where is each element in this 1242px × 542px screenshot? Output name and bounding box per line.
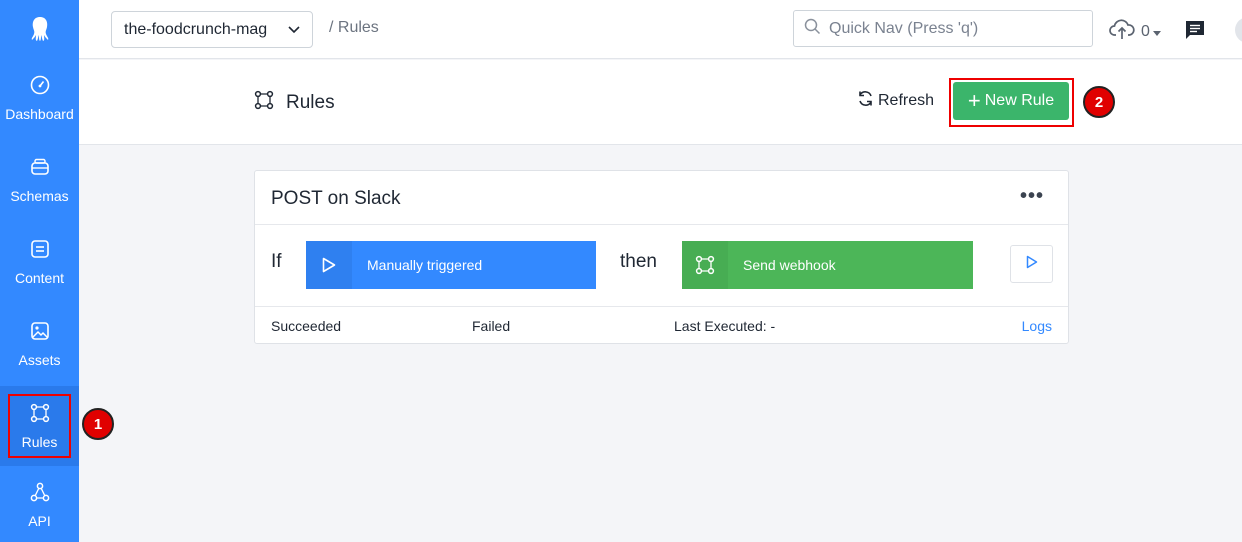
trigger-block[interactable]: Manually triggered: [306, 241, 596, 289]
sidebar-item-api[interactable]: API: [0, 468, 79, 542]
run-rule-button[interactable]: [1010, 245, 1053, 283]
new-rule-button[interactable]: + New Rule: [953, 82, 1069, 120]
play-icon: [1026, 255, 1038, 274]
refresh-icon: [857, 90, 874, 112]
schemas-icon: [29, 156, 51, 178]
sidebar-item-label: Content: [14, 270, 65, 286]
topbar: the-foodcrunch-mag / Rules 0: [79, 0, 1242, 59]
sidebar-item-label: API: [28, 513, 51, 529]
rule-card-header: POST on Slack •••: [255, 171, 1068, 225]
logs-link[interactable]: Logs: [1022, 318, 1052, 334]
action-label: Send webhook: [743, 257, 836, 273]
rule-card-footer: Succeeded Failed Last Executed: - Logs: [255, 307, 1068, 344]
sidebar: Dashboard Schemas Content Assets Rules A…: [0, 0, 79, 542]
sidebar-item-schemas[interactable]: Schemas: [0, 140, 79, 220]
refresh-button[interactable]: Refresh: [857, 90, 934, 112]
squid-logo-icon[interactable]: [0, 0, 79, 58]
chat-icon[interactable]: [1185, 20, 1205, 45]
rules-icon: [254, 90, 274, 115]
upload-count: 0: [1141, 22, 1150, 40]
sidebar-item-content[interactable]: Content: [0, 222, 79, 302]
rule-card: POST on Slack ••• If Manually triggered …: [254, 170, 1069, 344]
upload-status-button[interactable]: 0: [1109, 18, 1161, 45]
trigger-label: Manually triggered: [367, 257, 483, 273]
rule-name: POST on Slack: [271, 188, 401, 209]
content-icon: [29, 238, 51, 260]
chevron-down-icon: [288, 21, 300, 39]
gauge-icon: [29, 74, 51, 96]
sidebar-item-label: Assets: [18, 352, 61, 368]
rule-card-body: If Manually triggered then Send webhook: [255, 225, 1068, 307]
succeeded-label: Succeeded: [271, 318, 342, 334]
avatar[interactable]: [1235, 17, 1242, 43]
app-selector[interactable]: the-foodcrunch-mag: [111, 11, 313, 48]
image-icon: [29, 320, 51, 342]
new-rule-label: New Rule: [984, 92, 1055, 109]
more-options-icon[interactable]: •••: [1020, 185, 1044, 208]
annotation-badge-2: 2: [1083, 86, 1115, 118]
if-label: If: [271, 251, 282, 272]
refresh-label: Refresh: [878, 92, 935, 109]
app-name: the-foodcrunch-mag: [124, 20, 268, 38]
page-title: Rules: [254, 90, 335, 115]
sidebar-item-label: Dashboard: [5, 106, 74, 122]
sidebar-item-assets[interactable]: Assets: [0, 304, 79, 384]
action-block[interactable]: Send webhook: [682, 241, 973, 289]
highlight-box-rules: [8, 394, 71, 458]
search-icon: [804, 18, 821, 40]
failed-label: Failed: [472, 318, 511, 334]
play-icon: [306, 241, 352, 289]
then-label: then: [620, 251, 657, 272]
page-header: Rules Refresh + New Rule 2: [79, 60, 1242, 145]
breadcrumb: / Rules: [329, 19, 379, 36]
api-icon: [29, 481, 51, 503]
sidebar-item-dashboard[interactable]: Dashboard: [0, 58, 79, 138]
plus-icon: +: [967, 88, 981, 113]
sidebar-item-label: Schemas: [10, 188, 69, 204]
webhook-icon: [682, 241, 728, 289]
cloud-upload-icon: [1109, 18, 1135, 45]
page-title-text: Rules: [286, 91, 335, 113]
caret-down-icon: [1152, 23, 1161, 41]
quick-nav-input[interactable]: [829, 19, 1079, 38]
last-executed-label: Last Executed: -: [674, 318, 776, 334]
quick-nav-search[interactable]: [793, 10, 1093, 47]
annotation-badge-1: 1: [82, 408, 114, 440]
